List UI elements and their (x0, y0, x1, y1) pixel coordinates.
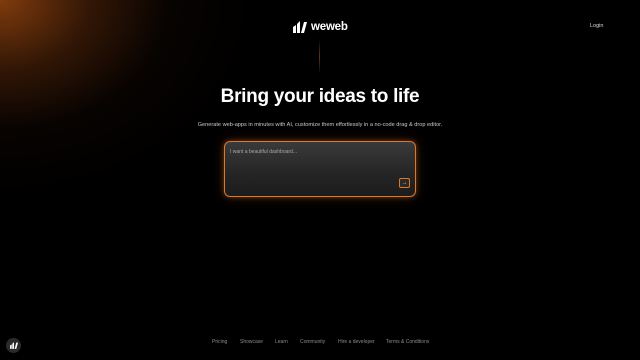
send-button[interactable]: → (399, 178, 410, 188)
weweb-logo-icon (9, 342, 18, 349)
prompt-input[interactable] (230, 147, 400, 157)
vertical-divider (319, 41, 320, 72)
footer-link-showcase[interactable]: Showcase (240, 339, 263, 345)
hero-subtitle: Generate web-apps in minutes with AI, cu… (197, 122, 443, 128)
weweb-logo-icon (293, 21, 307, 33)
brand-logo[interactable]: weweb (293, 20, 348, 34)
prompt-box[interactable]: → (224, 141, 416, 197)
footer-nav: Pricing Showcase Learn Community Hire a … (0, 339, 640, 349)
arrow-right-icon: → (401, 180, 408, 186)
footer-link-community[interactable]: Community (300, 339, 325, 345)
footer-link-pricing[interactable]: Pricing (212, 339, 227, 345)
footer-link-terms[interactable]: Terms & Conditions (386, 339, 429, 345)
hero-title: Bring your ideas to life (220, 86, 420, 107)
brand-name: weweb (311, 21, 348, 33)
corner-badge[interactable] (6, 338, 21, 353)
footer-link-learn[interactable]: Learn (275, 339, 288, 345)
footer-link-hire-developer[interactable]: Hire a developer (338, 339, 375, 345)
login-link[interactable]: Login (590, 23, 603, 29)
header: weweb Login (0, 0, 640, 56)
